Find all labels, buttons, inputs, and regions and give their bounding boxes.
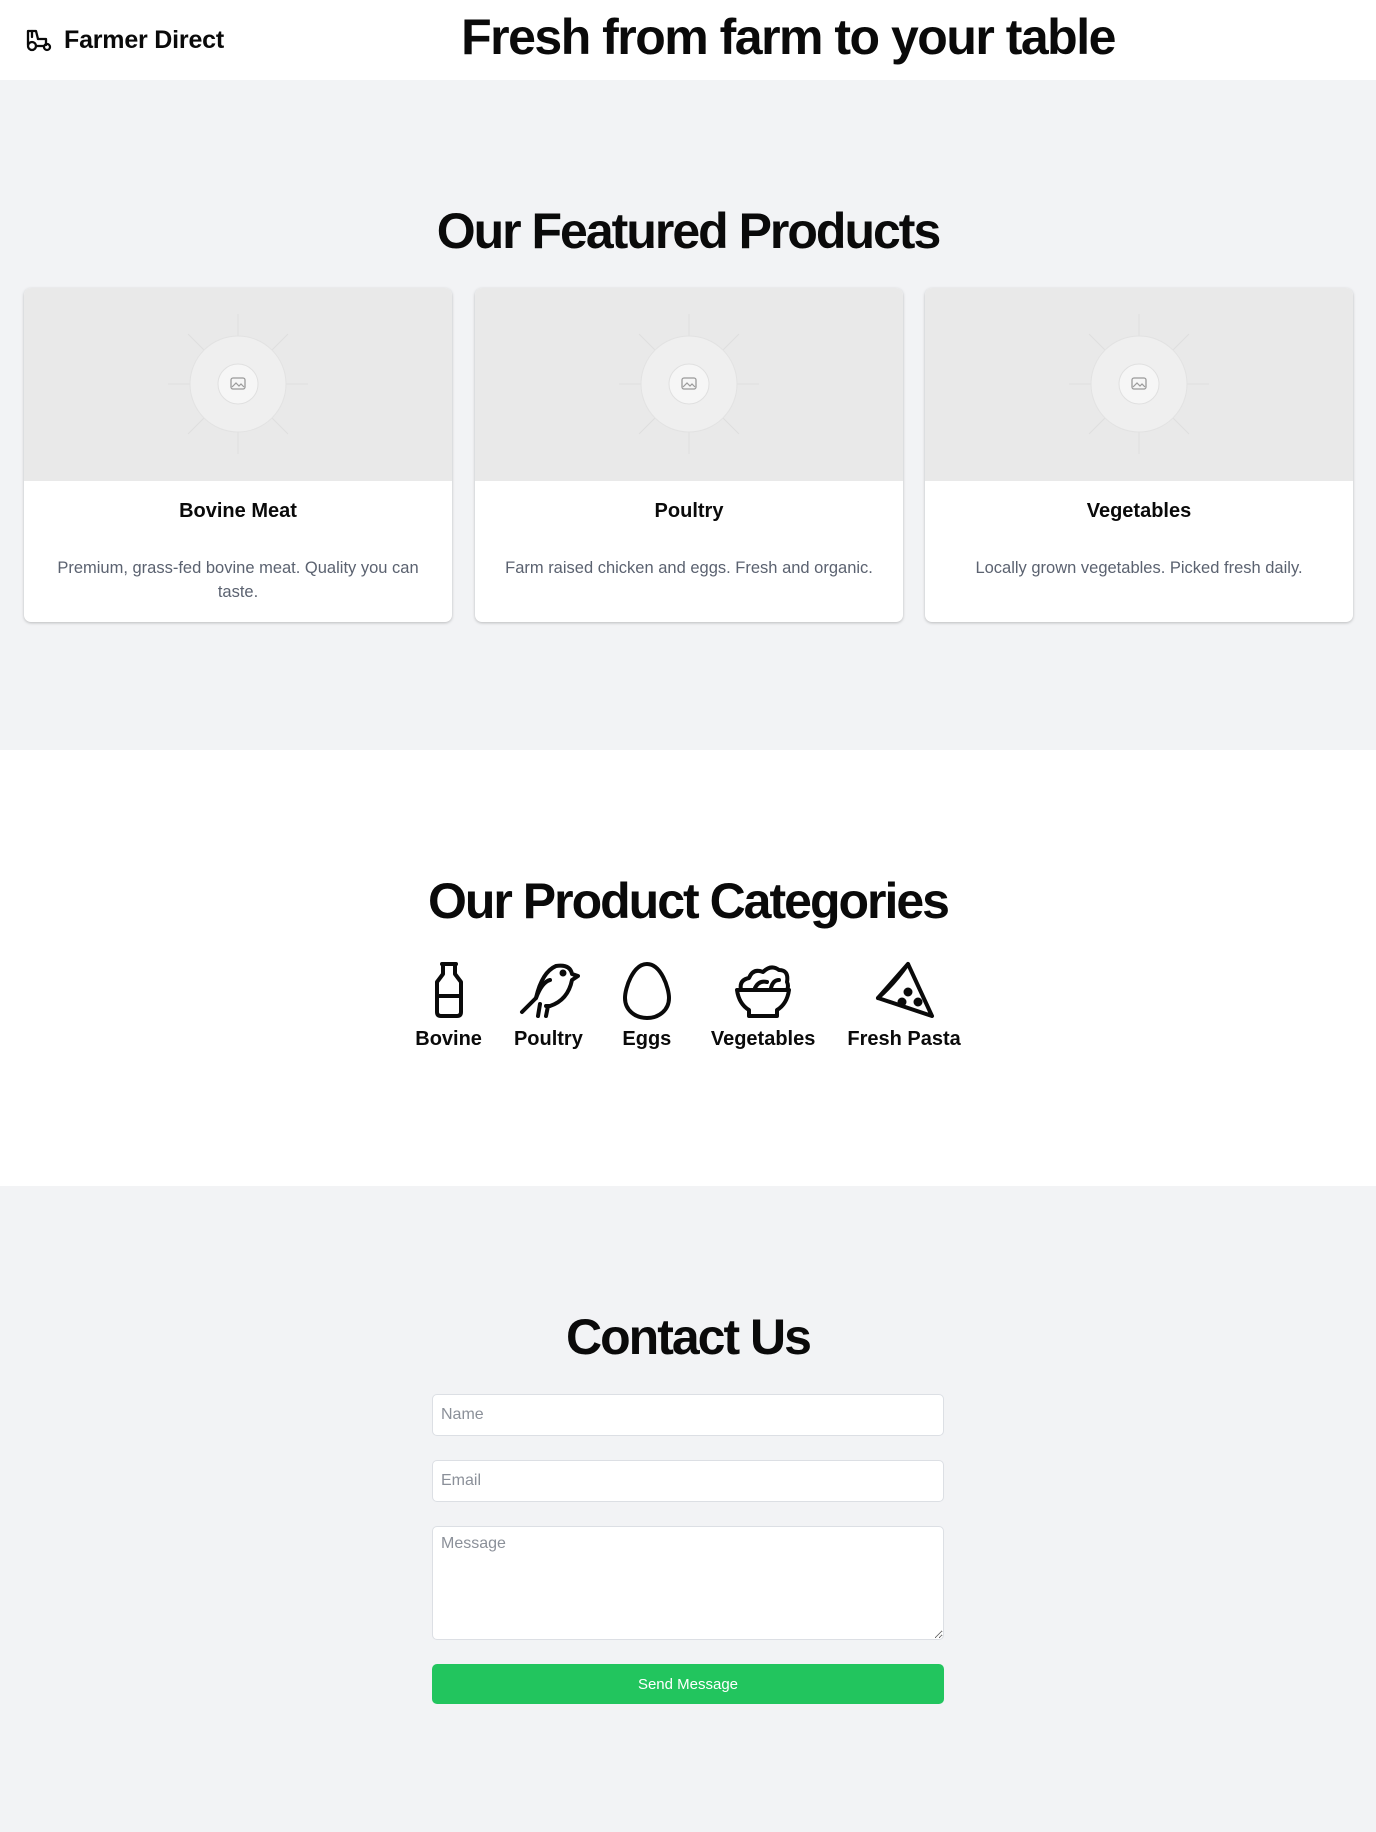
bird-icon bbox=[520, 963, 581, 1018]
product-card[interactable]: Poultry Farm raised chicken and eggs. Fr… bbox=[475, 288, 903, 622]
category-label: Vegetables bbox=[710, 1028, 816, 1050]
product-image bbox=[475, 288, 903, 481]
categories-section-title: Our Product Categories bbox=[428, 873, 950, 929]
product-image bbox=[925, 288, 1353, 481]
category-fresh-pasta[interactable]: Fresh Pasta bbox=[847, 958, 961, 1051]
product-card[interactable]: Bovine Meat Premium, grass-fed bovine me… bbox=[24, 288, 452, 622]
featured-section-title: Our Featured Products bbox=[436, 203, 942, 259]
contact-section-title: Contact Us bbox=[566, 1309, 812, 1365]
image-placeholder-icon bbox=[619, 314, 759, 454]
product-categories-section: Our Product Categories Bovine Poultry Eg… bbox=[0, 750, 1376, 1186]
product-title: Poultry bbox=[654, 500, 724, 522]
product-title: Bovine Meat bbox=[179, 500, 297, 522]
category-label: Fresh Pasta bbox=[847, 1028, 961, 1050]
name-field[interactable] bbox=[432, 1394, 944, 1436]
category-label: Bovine bbox=[415, 1028, 482, 1050]
contact-section: Contact Us Send Message bbox=[0, 1186, 1376, 1832]
milk-bottle-icon bbox=[434, 962, 463, 1018]
egg-icon bbox=[622, 962, 671, 1020]
product-description: Locally grown vegetables. Picked fresh d… bbox=[975, 559, 1303, 577]
send-message-button[interactable]: Send Message bbox=[432, 1664, 944, 1704]
salad-bowl-icon bbox=[735, 965, 792, 1018]
category-eggs[interactable]: Eggs bbox=[615, 958, 679, 1051]
product-image bbox=[24, 288, 452, 481]
message-field[interactable] bbox=[432, 1526, 944, 1640]
category-vegetables[interactable]: Vegetables bbox=[710, 958, 816, 1051]
product-card[interactable]: Vegetables Locally grown vegetables. Pic… bbox=[925, 288, 1353, 622]
email-field[interactable] bbox=[432, 1460, 944, 1502]
category-bovine[interactable]: Bovine bbox=[415, 958, 482, 1051]
site-header: Farmer Direct Fresh from farm to your ta… bbox=[0, 0, 1376, 80]
category-label: Poultry bbox=[513, 1028, 583, 1050]
product-description: Farm raised chicken and eggs. Fresh and … bbox=[505, 559, 873, 577]
featured-products-section: Our Featured Products Bovine Meat Premiu… bbox=[0, 80, 1376, 750]
pizza-slice-icon bbox=[876, 962, 935, 1018]
category-poultry[interactable]: Poultry bbox=[514, 958, 583, 1051]
hero-title: Fresh from farm to your table bbox=[461, 9, 1116, 65]
product-title: Vegetables bbox=[1086, 500, 1192, 522]
category-label: Eggs bbox=[622, 1028, 672, 1050]
image-placeholder-icon bbox=[168, 314, 308, 454]
category-list: Bovine Poultry Eggs Vegetables Fresh Pas… bbox=[0, 958, 1376, 1051]
image-placeholder-icon bbox=[1069, 314, 1209, 454]
product-description: Premium, grass-fed bovine meat. Quality … bbox=[57, 559, 419, 601]
